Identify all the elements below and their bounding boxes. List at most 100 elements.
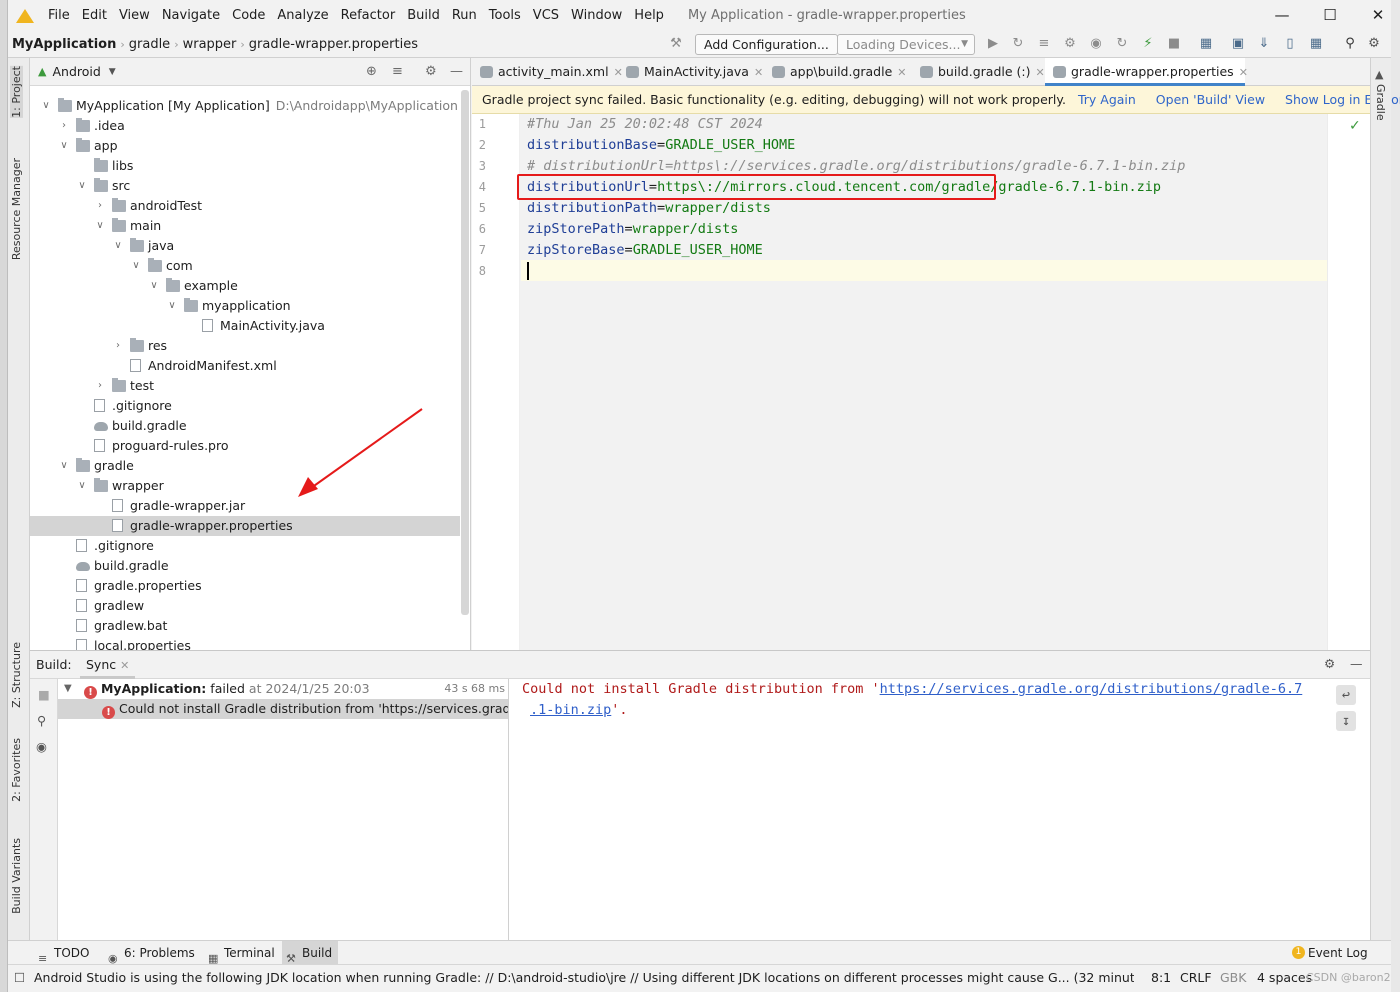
- tab-resource-manager[interactable]: Resource Manager: [10, 158, 23, 260]
- chevron-right-icon[interactable]: ›: [112, 336, 124, 356]
- tree-item[interactable]: AndroidManifest.xml: [30, 356, 460, 376]
- tree-item[interactable]: libs: [30, 156, 460, 176]
- menu-view[interactable]: View: [113, 0, 156, 31]
- stop-icon[interactable]: ■: [38, 687, 50, 702]
- tree-item[interactable]: .gitignore: [30, 536, 460, 556]
- chevron-right-icon[interactable]: ›: [58, 116, 70, 136]
- menu-window[interactable]: Window: [565, 0, 628, 31]
- tab-gradle-wrapper-properties[interactable]: gradle-wrapper.properties ✕: [1045, 58, 1248, 86]
- tree-item[interactable]: ∨ main: [30, 216, 460, 236]
- add-configuration-button[interactable]: Add Configuration...: [695, 34, 838, 55]
- menu-help[interactable]: Help: [628, 0, 670, 31]
- device-manager-icon[interactable]: ▯: [1282, 36, 1298, 52]
- distribution-url-link-cont[interactable]: .1-bin.zip: [530, 702, 611, 718]
- chevron-down-icon[interactable]: ∨: [76, 176, 88, 196]
- pin-icon[interactable]: ⚲: [37, 713, 46, 728]
- close-tab-icon[interactable]: ✕: [120, 659, 129, 672]
- indent-setting[interactable]: 4 spaces: [1257, 965, 1312, 991]
- caret-position[interactable]: 8:1: [1151, 965, 1171, 991]
- try-again-link[interactable]: Try Again: [1078, 92, 1136, 107]
- locate-icon[interactable]: ⊕: [366, 64, 377, 79]
- gear-icon[interactable]: ⚙: [425, 64, 437, 79]
- chevron-down-icon[interactable]: ∨: [112, 236, 124, 256]
- tab-event-log[interactable]: 1 Event Log: [1288, 941, 1374, 965]
- tree-item[interactable]: ∨ src: [30, 176, 460, 196]
- distribution-url-link[interactable]: https://services.gradle.org/distribution…: [880, 681, 1303, 697]
- status-message[interactable]: Android Studio is using the following JD…: [34, 965, 1134, 991]
- soft-wrap-icon[interactable]: ↩: [1336, 685, 1356, 705]
- tree-item[interactable]: › .idea: [30, 116, 460, 136]
- tree-item[interactable]: ∨ MyApplication [My Application] D:\Androi…: [30, 96, 460, 116]
- tab-problems[interactable]: ◉ 6: Problems: [104, 941, 201, 965]
- menu-tools[interactable]: Tools: [483, 0, 527, 31]
- close-tab-icon[interactable]: ✕: [897, 66, 906, 79]
- close-tab-icon[interactable]: ✕: [754, 66, 763, 79]
- tree-item[interactable]: › res: [30, 336, 460, 356]
- minimize-icon[interactable]: —: [1258, 0, 1306, 31]
- chevron-right-icon[interactable]: ›: [94, 196, 106, 216]
- file-encoding[interactable]: GBK: [1220, 965, 1246, 991]
- breadcrumb-gradle[interactable]: gradle: [125, 37, 174, 52]
- build-error-row[interactable]: ! Could not install Gradle distribution …: [58, 699, 508, 719]
- debug-icon[interactable]: ⚙: [1062, 36, 1078, 52]
- menu-build[interactable]: Build: [401, 0, 446, 31]
- menu-edit[interactable]: Edit: [76, 0, 113, 31]
- tab-project[interactable]: 1: Project: [10, 66, 23, 118]
- attach-debugger-icon[interactable]: ↻: [1114, 36, 1130, 52]
- collapse-all-icon[interactable]: ≡: [392, 64, 403, 79]
- tab-gradle[interactable]: Gradle: [1374, 84, 1387, 121]
- hide-icon[interactable]: —: [1350, 656, 1363, 671]
- open-build-view-link[interactable]: Open 'Build' View: [1156, 92, 1265, 107]
- tab-terminal[interactable]: ▦ Terminal: [204, 941, 281, 965]
- stop-icon[interactable]: ■: [1166, 36, 1182, 52]
- hide-icon[interactable]: —: [450, 64, 463, 79]
- tree-item[interactable]: MainActivity.java: [30, 316, 460, 336]
- tab-mainactivity-java[interactable]: MainActivity.java ✕: [618, 58, 763, 86]
- menu-vcs[interactable]: VCS: [527, 0, 565, 31]
- menu-file[interactable]: File: [42, 0, 76, 31]
- maximize-icon[interactable]: ☐: [1306, 0, 1354, 31]
- tree-item[interactable]: ∨ myapplication: [30, 296, 460, 316]
- chevron-down-icon[interactable]: ∨: [130, 256, 142, 276]
- layout-inspector-icon[interactable]: ▦: [1308, 36, 1324, 52]
- breadcrumb-wrapper[interactable]: wrapper: [179, 37, 241, 52]
- tab-app-build-gradle[interactable]: app\build.gradle ✕: [764, 58, 907, 86]
- apply-code-changes-icon[interactable]: ≡: [1036, 36, 1052, 52]
- chevron-down-icon[interactable]: ∨: [148, 276, 160, 296]
- build-root-row[interactable]: ▼ ! MyApplication: failed at 2024/1/25 2…: [58, 679, 508, 699]
- menu-analyze[interactable]: Analyze: [271, 0, 334, 31]
- scroll-to-end-icon[interactable]: ↧: [1336, 711, 1356, 731]
- tree-item[interactable]: gradle-wrapper.properties: [30, 516, 460, 536]
- bug-icon[interactable]: ⚡: [1140, 36, 1156, 52]
- run-icon[interactable]: ▶: [985, 36, 1001, 52]
- tab-build-gradle-root[interactable]: build.gradle (:) ✕: [912, 58, 1045, 86]
- build-output-console[interactable]: Could not install Gradle distribution fr…: [510, 679, 1356, 941]
- tree-item[interactable]: ∨ com: [30, 256, 460, 276]
- search-icon[interactable]: ⚲: [1342, 36, 1358, 52]
- close-icon[interactable]: ✕: [1354, 0, 1400, 31]
- chevron-down-icon[interactable]: ▼: [109, 67, 116, 77]
- profile-icon[interactable]: ◉: [1088, 36, 1104, 52]
- menu-run[interactable]: Run: [446, 0, 483, 31]
- eye-icon[interactable]: ◉: [36, 739, 47, 754]
- chevron-down-icon[interactable]: ∨: [40, 96, 52, 116]
- tree-item[interactable]: gradle.properties: [30, 576, 460, 596]
- apply-changes-icon[interactable]: ↻: [1010, 36, 1026, 52]
- close-tab-icon[interactable]: ✕: [1239, 66, 1248, 79]
- chevron-down-icon[interactable]: ∨: [58, 456, 70, 476]
- line-separator[interactable]: CRLF: [1180, 965, 1212, 991]
- chevron-down-icon[interactable]: ∨: [166, 296, 178, 316]
- tree-item[interactable]: gradlew.bat: [30, 616, 460, 636]
- tree-item[interactable]: ∨ java: [30, 236, 460, 256]
- sync-project-icon[interactable]: ▦: [1198, 36, 1214, 52]
- breadcrumb-project[interactable]: MyApplication: [8, 37, 120, 52]
- gear-icon[interactable]: ⚙: [1324, 656, 1335, 671]
- tab-sync[interactable]: Sync ✕: [80, 651, 136, 679]
- tree-item[interactable]: build.gradle: [30, 556, 460, 576]
- chevron-down-icon[interactable]: ∨: [58, 136, 70, 156]
- sdk-manager-icon[interactable]: ⇓: [1256, 36, 1272, 52]
- menu-refactor[interactable]: Refactor: [335, 0, 402, 31]
- device-selector[interactable]: Loading Devices... ▼: [837, 34, 975, 55]
- tree-item[interactable]: ∨ example: [30, 276, 460, 296]
- tree-item[interactable]: ∨ app: [30, 136, 460, 156]
